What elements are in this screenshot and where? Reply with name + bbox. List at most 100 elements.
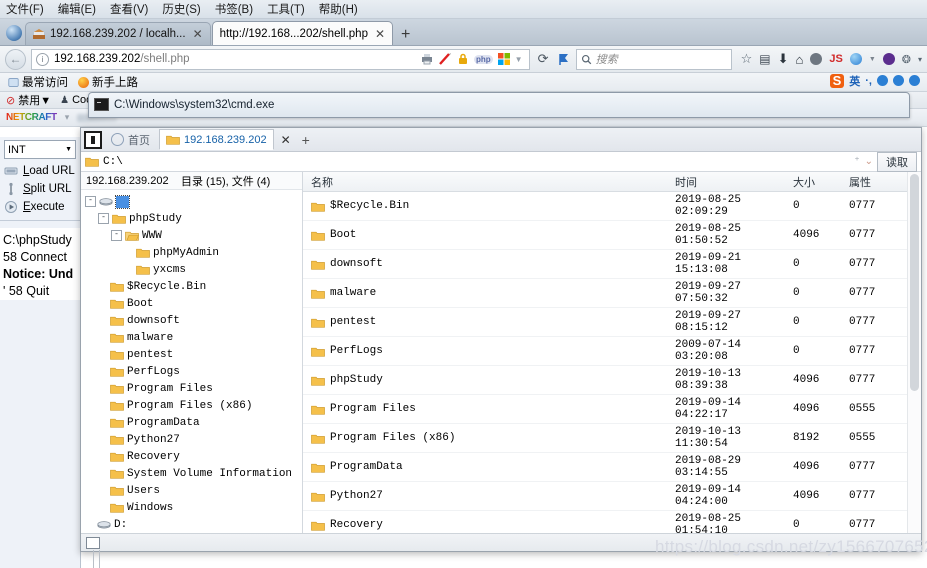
- hackbar-load-url[interactable]: Load URL: [0, 162, 80, 180]
- file-list-scrollbar[interactable]: [907, 172, 921, 533]
- library-icon[interactable]: ▤: [759, 52, 770, 66]
- user-avatar-icon[interactable]: [810, 53, 823, 65]
- file-row[interactable]: $Recycle.Bin 2019-08-25 02:09:29 0 0777: [303, 192, 907, 221]
- extension-gray-icon[interactable]: ❂: [902, 53, 911, 66]
- ime-voice-icon[interactable]: [893, 75, 904, 86]
- column-header-attr[interactable]: 属性: [849, 174, 907, 190]
- file-row[interactable]: PerfLogs 2009-07-14 03:20:08 0 0777: [303, 337, 907, 366]
- printer-icon[interactable]: [420, 52, 434, 66]
- file-row[interactable]: ProgramData 2019-08-29 03:14:55 4096 0777: [303, 453, 907, 482]
- file-row[interactable]: malware 2019-09-27 07:50:32 0 0777: [303, 279, 907, 308]
- pencil-icon[interactable]: [438, 52, 452, 66]
- tree-node[interactable]: pentest: [81, 346, 302, 363]
- extension-purple-icon[interactable]: [882, 53, 895, 65]
- fm-new-tab-button[interactable]: +: [298, 132, 314, 148]
- ime-punctuation-label[interactable]: ·,: [865, 75, 872, 87]
- tree-node[interactable]: Program Files: [81, 380, 302, 397]
- tree-node[interactable]: $Recycle.Bin: [81, 278, 302, 295]
- file-row[interactable]: Python27 2019-09-14 04:24:00 4096 0777: [303, 482, 907, 511]
- file-row[interactable]: pentest 2019-09-27 08:15:12 0 0777: [303, 308, 907, 337]
- tree-node[interactable]: - phpStudy: [81, 210, 302, 227]
- bookmark-flag-icon[interactable]: [557, 52, 571, 66]
- tree-node[interactable]: Python27: [81, 431, 302, 448]
- file-row[interactable]: Recovery 2019-08-25 01:54:10 0 0777: [303, 511, 907, 533]
- windows-icon[interactable]: [497, 52, 511, 66]
- read-button[interactable]: 读取: [877, 151, 917, 172]
- new-tab-button[interactable]: +: [394, 27, 417, 45]
- url-bar[interactable]: i 192.168.239.202/shell.php php ▼: [31, 48, 530, 70]
- menu-help[interactable]: 帮助(H): [319, 1, 358, 17]
- fm-tab-close-icon[interactable]: ✕: [276, 133, 296, 147]
- bookmark-getting-started[interactable]: 新手上路: [78, 74, 138, 90]
- column-header-size[interactable]: 大小: [793, 174, 849, 190]
- lock-icon[interactable]: [456, 52, 470, 66]
- disable-menu[interactable]: ⊘ 禁用▼: [6, 92, 51, 108]
- hackbar-split-url[interactable]: Split URL: [0, 180, 80, 198]
- hackbar-execute[interactable]: Execute: [0, 198, 80, 216]
- tree-node[interactable]: Windows: [81, 499, 302, 516]
- menu-file[interactable]: 文件(F): [6, 1, 44, 17]
- browser-tab-close-icon[interactable]: ✕: [375, 27, 385, 41]
- status-window-icon[interactable]: [86, 536, 100, 549]
- menu-bookmarks[interactable]: 书签(B): [215, 1, 253, 17]
- tree-expander-icon[interactable]: -: [98, 213, 109, 224]
- tree-node[interactable]: Program Files (x86): [81, 397, 302, 414]
- tree-node[interactable]: Users: [81, 482, 302, 499]
- globe-icon[interactable]: [849, 53, 862, 65]
- path-input[interactable]: C:\: [103, 156, 850, 168]
- menu-history[interactable]: 历史(S): [162, 1, 200, 17]
- php-icon[interactable]: php: [474, 54, 493, 64]
- file-row[interactable]: downsoft 2019-09-21 15:13:08 0 0777: [303, 250, 907, 279]
- ime-language-label[interactable]: 英: [849, 73, 860, 89]
- column-header-time[interactable]: 时间: [675, 174, 793, 190]
- fm-tab-host[interactable]: 192.168.239.202: [159, 129, 274, 150]
- ime-toolbox-icon[interactable]: [909, 75, 920, 86]
- tree-node[interactable]: ProgramData: [81, 414, 302, 431]
- column-header-name[interactable]: 名称: [303, 174, 675, 190]
- cmd-window[interactable]: C:\Windows\system32\cmd.exe: [88, 92, 910, 118]
- tree-node[interactable]: malware: [81, 329, 302, 346]
- menu-tools[interactable]: 工具(T): [267, 1, 305, 17]
- ime-emoji-icon[interactable]: [877, 75, 888, 86]
- tree-expander-icon[interactable]: -: [111, 230, 122, 241]
- fm-tab-home[interactable]: 首页: [104, 129, 157, 150]
- reload-button[interactable]: ⟳: [535, 51, 552, 68]
- tree-node[interactable]: downsoft: [81, 312, 302, 329]
- resize-handle-icon[interactable]: ⁺: [854, 156, 859, 167]
- chevron-down-icon[interactable]: ▼: [515, 55, 523, 64]
- tree-node[interactable]: - WWW: [81, 227, 302, 244]
- star-icon[interactable]: ☆: [741, 51, 753, 67]
- menu-edit[interactable]: 编辑(E): [58, 1, 96, 17]
- sogou-logo-icon[interactable]: S: [829, 73, 845, 88]
- file-name-cell: Program Files (x86): [303, 432, 675, 444]
- home-icon[interactable]: ⌂: [796, 52, 804, 67]
- file-row[interactable]: phpStudy 2019-10-13 08:39:38 4096 0777: [303, 366, 907, 395]
- tree-node[interactable]: Boot: [81, 295, 302, 312]
- hackbar-type-select[interactable]: INT ▼: [4, 140, 76, 159]
- tree-node[interactable]: -: [81, 193, 302, 210]
- js-switcher-icon[interactable]: JS: [829, 53, 842, 65]
- menu-view[interactable]: 查看(V): [110, 1, 148, 17]
- tree-node[interactable]: D:: [81, 516, 302, 533]
- file-row[interactable]: Program Files (x86) 2019-10-13 11:30:54 81…: [303, 424, 907, 453]
- download-icon[interactable]: ⬇: [778, 51, 789, 67]
- search-bar[interactable]: 搜索: [575, 48, 732, 70]
- file-row[interactable]: Program Files 2019-09-14 04:22:17 4096 0555: [303, 395, 907, 424]
- chevron-down-icon[interactable]: ⌄: [865, 156, 873, 167]
- back-button[interactable]: ←: [5, 48, 26, 70]
- scrollbar-thumb[interactable]: [910, 174, 919, 391]
- chevron-down-icon[interactable]: ▼: [869, 56, 876, 63]
- tree-node[interactable]: phpMyAdmin: [81, 244, 302, 261]
- bookmark-most-visited[interactable]: 最常访问: [8, 74, 68, 90]
- tree-node[interactable]: Recovery: [81, 448, 302, 465]
- tree-node[interactable]: yxcms: [81, 261, 302, 278]
- menu-chevron-icon[interactable]: ▾: [918, 55, 922, 64]
- browser-tab-shell-php[interactable]: http://192.168...202/shell.php ✕: [211, 21, 394, 45]
- tree-node[interactable]: PerfLogs: [81, 363, 302, 380]
- site-info-icon[interactable]: i: [36, 52, 49, 66]
- file-row[interactable]: Boot 2019-08-25 01:50:52 4096 0777: [303, 221, 907, 250]
- tree-expander-icon[interactable]: -: [85, 196, 96, 207]
- browser-tab-close-icon[interactable]: ✕: [193, 27, 203, 41]
- browser-tab-phpmyadmin[interactable]: 192.168.239.202 / localh... ✕: [25, 22, 211, 45]
- tree-node[interactable]: System Volume Information: [81, 465, 302, 482]
